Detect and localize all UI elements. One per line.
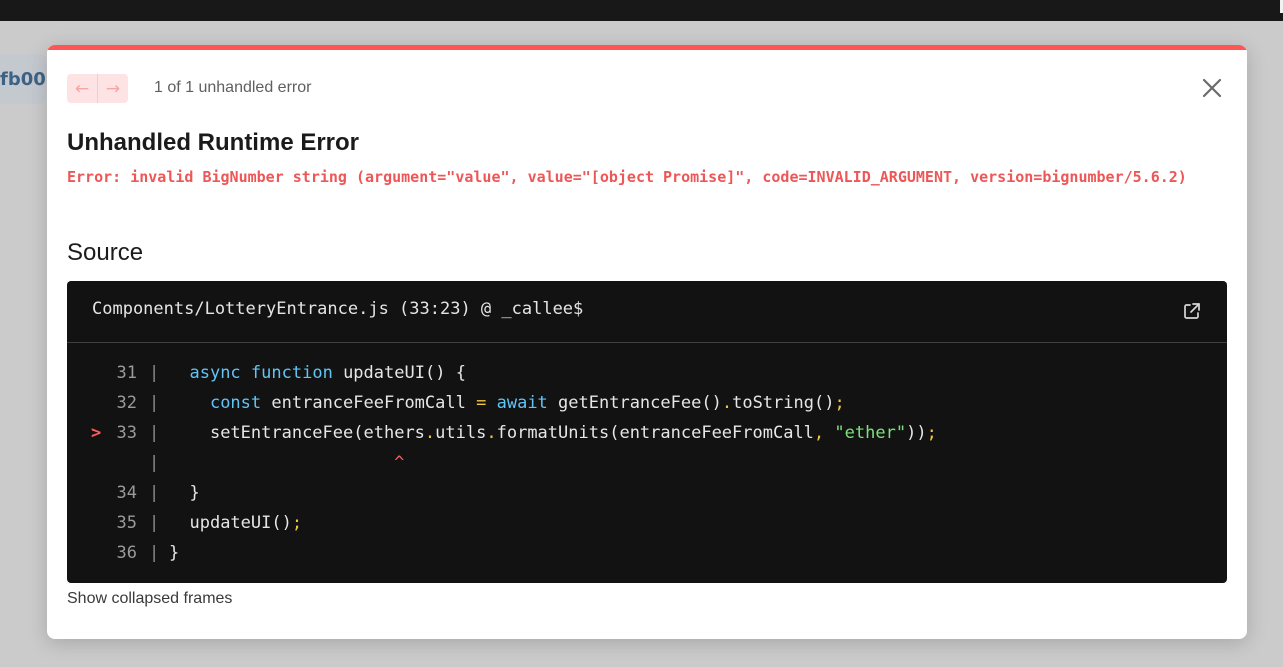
code-frame: Components/LotteryEntrance.js (33:23) @ … bbox=[67, 281, 1227, 583]
code-line: 36 |} bbox=[67, 538, 1227, 568]
error-counter: 1 of 1 unhandled error bbox=[154, 79, 312, 96]
close-button[interactable] bbox=[1199, 75, 1225, 101]
gutter-pipe: | bbox=[149, 483, 160, 503]
source-file-link[interactable]: Components/LotteryEntrance.js (33:23) @ … bbox=[92, 299, 583, 319]
gutter-pipe: | bbox=[149, 513, 160, 533]
code-text: ^ bbox=[394, 453, 405, 473]
close-icon bbox=[1202, 78, 1222, 98]
code-lines: 31 | async function updateUI() { 32 | const… bbox=[67, 358, 1227, 568]
line-number: 35 bbox=[116, 513, 137, 533]
arrow-right-icon: → bbox=[105, 78, 121, 99]
code-line: 31 | async function updateUI() { bbox=[67, 358, 1227, 388]
show-collapsed-frames-button[interactable]: Show collapsed frames bbox=[67, 590, 232, 608]
error-accent-bar bbox=[47, 45, 1247, 50]
error-overlay-dialog: ← → 1 of 1 unhandled error Unhandled Run… bbox=[47, 45, 1247, 639]
open-in-editor-button[interactable] bbox=[1182, 301, 1202, 321]
gutter-pipe: | bbox=[149, 423, 160, 443]
code-line: 32 | const entranceFeeFromCall = await ge… bbox=[67, 388, 1227, 418]
line-number: 36 bbox=[116, 543, 137, 563]
line-number: 33 bbox=[116, 423, 137, 443]
code-text: setEntranceFee(ethers.utils.formatUnits(… bbox=[209, 423, 937, 443]
line-number: 31 bbox=[116, 363, 137, 383]
error-line-marker: > bbox=[91, 423, 102, 443]
code-line: | ^ bbox=[67, 448, 1227, 478]
code-frame-header: Components/LotteryEntrance.js (33:23) @ … bbox=[67, 281, 1227, 343]
code-text: const entranceFeeFromCall = await getEnt… bbox=[209, 393, 845, 413]
error-message: Error: invalid BigNumber string (argumen… bbox=[67, 168, 1187, 186]
code-line: 34 | } bbox=[67, 478, 1227, 508]
code-text: } bbox=[189, 483, 200, 503]
previous-error-button[interactable]: ← bbox=[67, 74, 97, 103]
gutter-pipe: | bbox=[149, 453, 160, 473]
code-text: updateUI(); bbox=[189, 513, 303, 533]
line-number: 34 bbox=[116, 483, 137, 503]
external-link-icon bbox=[1184, 303, 1200, 319]
line-number: 32 bbox=[116, 393, 137, 413]
gutter-pipe: | bbox=[149, 363, 160, 383]
arrow-left-icon: ← bbox=[74, 78, 90, 99]
gutter-pipe: | bbox=[149, 393, 160, 413]
error-pagination: ← → bbox=[67, 74, 128, 103]
next-error-button[interactable]: → bbox=[98, 74, 128, 103]
gutter-pipe: | bbox=[149, 543, 160, 563]
code-text: } bbox=[169, 543, 180, 563]
code-line-highlighted: >33 | setEntranceFee(ethers.utils.formatU… bbox=[67, 418, 1227, 448]
code-line: 35 | updateUI(); bbox=[67, 508, 1227, 538]
source-heading: Source bbox=[67, 239, 144, 266]
code-text: async function updateUI() { bbox=[189, 363, 466, 383]
error-title: Unhandled Runtime Error bbox=[67, 129, 360, 156]
background-partial-text: fb00 bbox=[0, 69, 46, 90]
browser-top-bar bbox=[0, 0, 1283, 21]
